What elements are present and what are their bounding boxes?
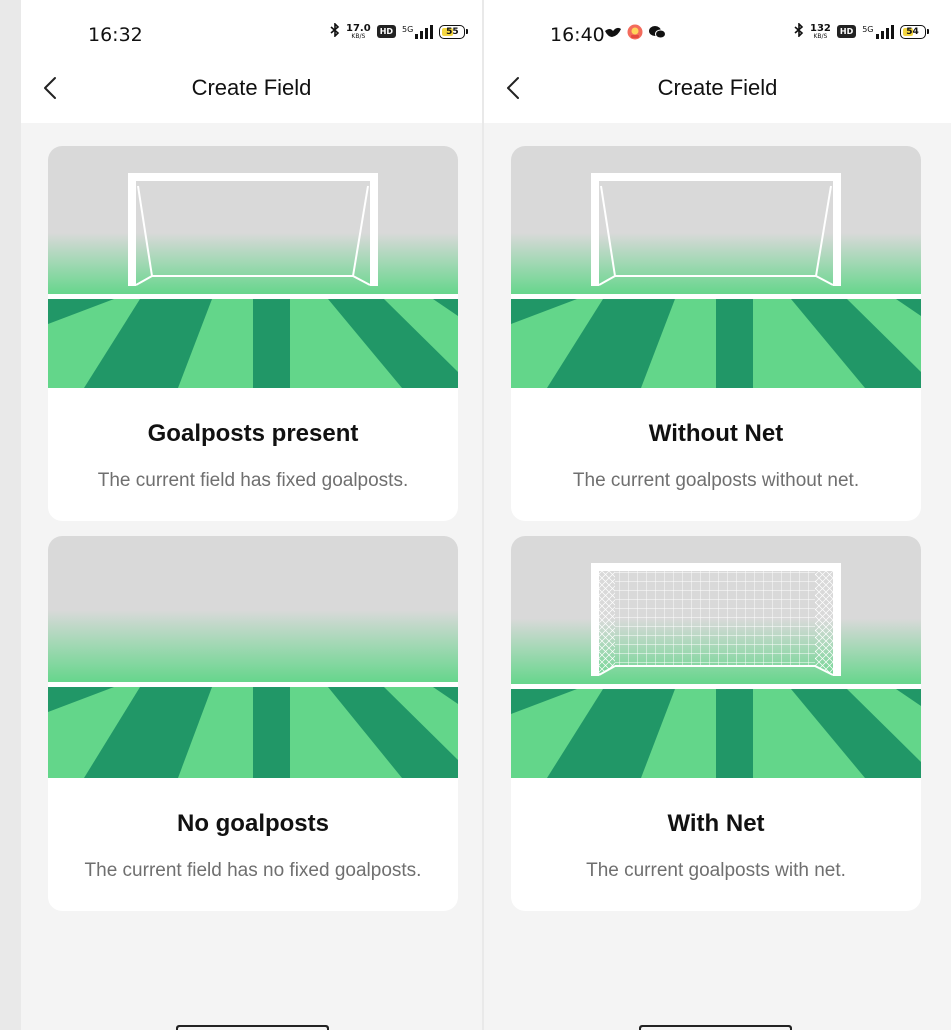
status-time: 16:32 <box>88 24 143 46</box>
goal-net-illustration <box>511 536 921 778</box>
hd-voice-icon: HD <box>376 25 397 38</box>
home-indicator[interactable] <box>176 1025 329 1030</box>
status-time: 16:40 <box>550 24 605 46</box>
goal-frame-illustration <box>48 146 458 388</box>
card-title: No goalposts <box>176 810 329 837</box>
card-title: Without Net <box>648 420 784 447</box>
status-icons: 132 KB/S HD 5G 54 <box>794 22 929 40</box>
status-icons: 17.0 KB/S HD 5G 55 <box>330 22 469 40</box>
app-notification-icon <box>627 24 643 45</box>
screen-right: 16:40 132 KB/S HD 5G 54 Create Field Wit… <box>484 0 951 1030</box>
goalposts-present-card[interactable]: Goalposts present The current field has … <box>48 146 458 521</box>
bluetooth-icon <box>330 22 340 40</box>
screen-left: 16:32 17.0 KB/S HD 5G 55 Create Field Go… <box>21 0 482 1030</box>
network-speed: 132 KB/S <box>810 22 831 40</box>
page-title: Create Field <box>657 75 778 100</box>
no-goalposts-card[interactable]: No goalposts The current field has no fi… <box>48 536 458 911</box>
card-description: The current goalposts without net. <box>572 470 860 491</box>
empty-field-illustration <box>48 536 458 778</box>
bluetooth-icon <box>794 22 804 40</box>
app-header: 16:32 17.0 KB/S HD 5G 55 Create Field <box>21 0 482 123</box>
card-description: The current field has fixed goalposts. <box>97 470 409 491</box>
signal-strength-icon: 5G <box>862 24 894 39</box>
goal-frame-illustration <box>511 146 921 388</box>
card-description: The current goalposts with net. <box>586 860 846 881</box>
card-title: Goalposts present <box>147 420 359 447</box>
battery-icon: 55 <box>439 24 469 39</box>
with-net-card[interactable]: With Net The current goalposts with net. <box>511 536 921 911</box>
network-speed: 17.0 KB/S <box>346 22 371 40</box>
hd-voice-icon: HD <box>836 25 857 38</box>
signal-strength-icon: 5G <box>402 24 434 39</box>
app-header: 16:40 132 KB/S HD 5G 54 Create Field <box>484 0 951 123</box>
home-indicator[interactable] <box>639 1025 792 1030</box>
chat-notification-icon <box>648 25 666 44</box>
card-title: With Net <box>667 810 765 837</box>
without-net-card[interactable]: Without Net The current goalposts withou… <box>511 146 921 521</box>
bird-notification-icon <box>604 25 622 44</box>
battery-icon: 54 <box>899 24 929 39</box>
page-title: Create Field <box>191 75 312 100</box>
notification-icons <box>604 24 666 45</box>
card-description: The current field has no fixed goalposts… <box>84 860 422 881</box>
